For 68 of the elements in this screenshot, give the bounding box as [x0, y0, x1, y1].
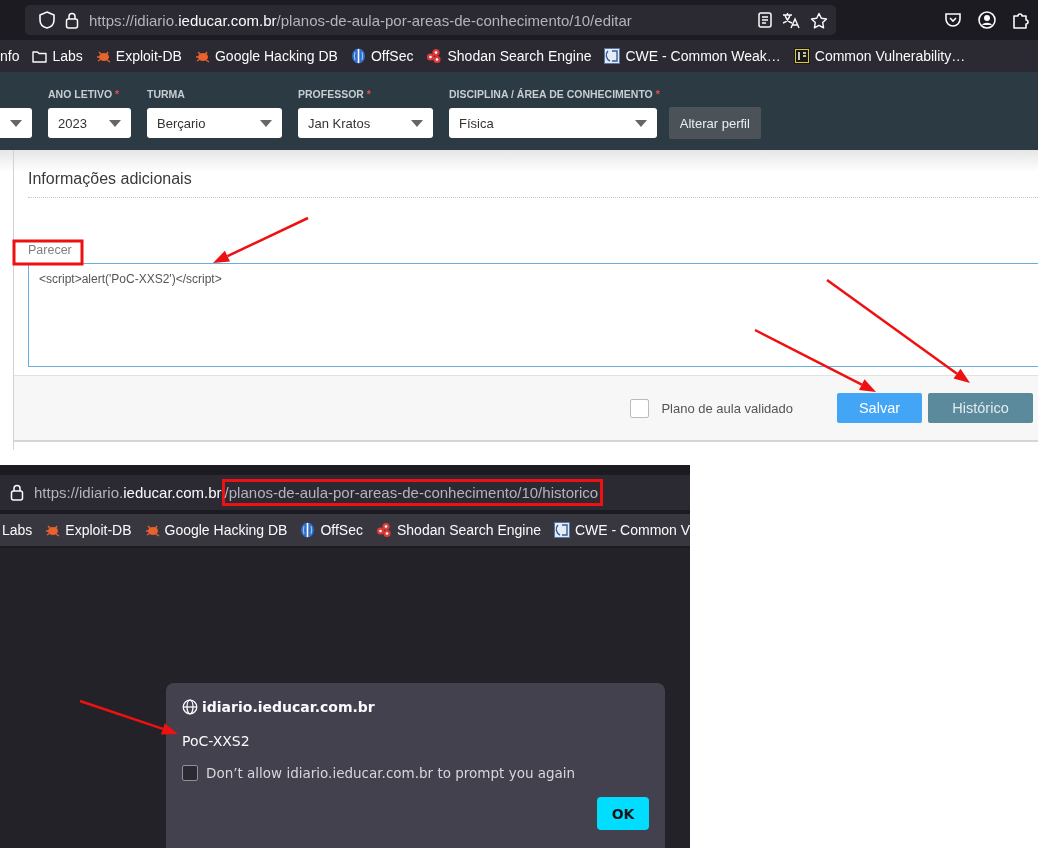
- bookmark[interactable]: OffSec: [350, 48, 414, 64]
- ok-button[interactable]: OK: [597, 797, 649, 830]
- shield-icon[interactable]: [39, 11, 55, 29]
- translate-icon[interactable]: [782, 11, 800, 29]
- account-icon[interactable]: [978, 11, 996, 29]
- checkbox[interactable]: [182, 765, 198, 781]
- lock-icon[interactable]: [65, 11, 79, 29]
- bookmark[interactable]: Common Vulnerability…: [793, 48, 966, 64]
- address-bar[interactable]: https://idiario.ieducar.com.br/planos-de-aula-por-areas-de-conhecimento/10/editar: [25, 5, 836, 35]
- bug-icon: [194, 49, 210, 63]
- checkbox-label: Don’t allow idiario.ieducar.com.br to prompt you again: [206, 765, 576, 781]
- square-logo-icon: [793, 48, 810, 64]
- dropdown[interactable]: [0, 108, 32, 138]
- field-label: TURMA: [147, 88, 186, 100]
- field-label: PROFESSOR *: [298, 88, 372, 100]
- alert-message: PoC-XXS2: [182, 733, 251, 749]
- field-label: ANO LETIVO *: [48, 88, 121, 100]
- dropdown[interactable]: Física: [449, 108, 657, 138]
- caret-icon: [260, 119, 272, 127]
- dropdown[interactable]: 2023: [48, 108, 131, 138]
- dropdown[interactable]: Berçario: [147, 108, 282, 138]
- bookmark[interactable]: Shodan Search Engine: [426, 48, 592, 64]
- star-icon[interactable]: [810, 11, 828, 29]
- bug-icon: [144, 523, 160, 537]
- bookmark[interactable]: Exploit-DB: [95, 48, 182, 64]
- text-area[interactable]: <script>alert('PoC-XXS2')</script>: [28, 263, 1038, 367]
- bug-icon: [45, 523, 61, 537]
- bookmark[interactable]: Google Hacking DB: [144, 522, 288, 538]
- dialog-title: idiario.ieducar.com.br: [202, 699, 375, 715]
- caret-icon: [109, 119, 121, 127]
- bookmark[interactable]: Labs: [32, 48, 83, 64]
- bookmark[interactable]: nfo: [0, 48, 20, 64]
- caret-icon: [635, 119, 647, 127]
- square-logo-icon: [604, 48, 621, 64]
- bookmark[interactable]: Shodan Search Engine: [376, 522, 541, 538]
- checkbox-label: Plano de aula validado: [661, 400, 793, 416]
- field-label: Parecer: [28, 243, 73, 257]
- url-prefix: https://idiario.: [89, 11, 179, 29]
- url-domain: ieducar.com.br: [178, 11, 277, 29]
- bookmark[interactable]: Labs: [2, 522, 33, 538]
- orb-icon: [300, 522, 316, 538]
- extensions-icon[interactable]: [1012, 11, 1030, 29]
- pocket-icon[interactable]: [944, 12, 962, 28]
- caret-icon: [10, 119, 22, 127]
- url-path: /planos-de-aula-por-areas-de-conhecimento/10/editar: [276, 11, 632, 29]
- section-title: Informações adicionais: [28, 170, 193, 188]
- globe-icon: [182, 699, 198, 715]
- highlight-box: [12, 239, 84, 266]
- square-logo-icon: [554, 522, 570, 538]
- dots-icon: [376, 522, 392, 538]
- bookmark[interactable]: Exploit-DB: [45, 522, 132, 538]
- orb-icon: [350, 48, 366, 64]
- url-prefix: https://idiario.: [34, 484, 124, 501]
- bookmark[interactable]: CWE - Common V: [554, 522, 691, 538]
- bookmark[interactable]: Google Hacking DB: [194, 48, 338, 64]
- reader-view-icon[interactable]: [758, 12, 772, 28]
- caret-icon: [411, 119, 423, 127]
- bug-icon: [95, 49, 111, 63]
- bookmark[interactable]: CWE - Common Weak…: [604, 48, 781, 64]
- dots-icon: [426, 48, 443, 64]
- field-label: DISCIPLINA / ÁREA DE CONHECIMENTO *: [449, 88, 660, 100]
- bookmark[interactable]: OffSec: [300, 522, 363, 538]
- checkbox[interactable]: [630, 398, 650, 418]
- url-domain: ieducar.com.br: [123, 484, 222, 501]
- dropdown[interactable]: Jan Kratos: [298, 108, 433, 138]
- profile-button[interactable]: Alterar perfil: [668, 107, 761, 139]
- lock-icon[interactable]: [10, 484, 24, 501]
- folder-icon: [32, 49, 48, 63]
